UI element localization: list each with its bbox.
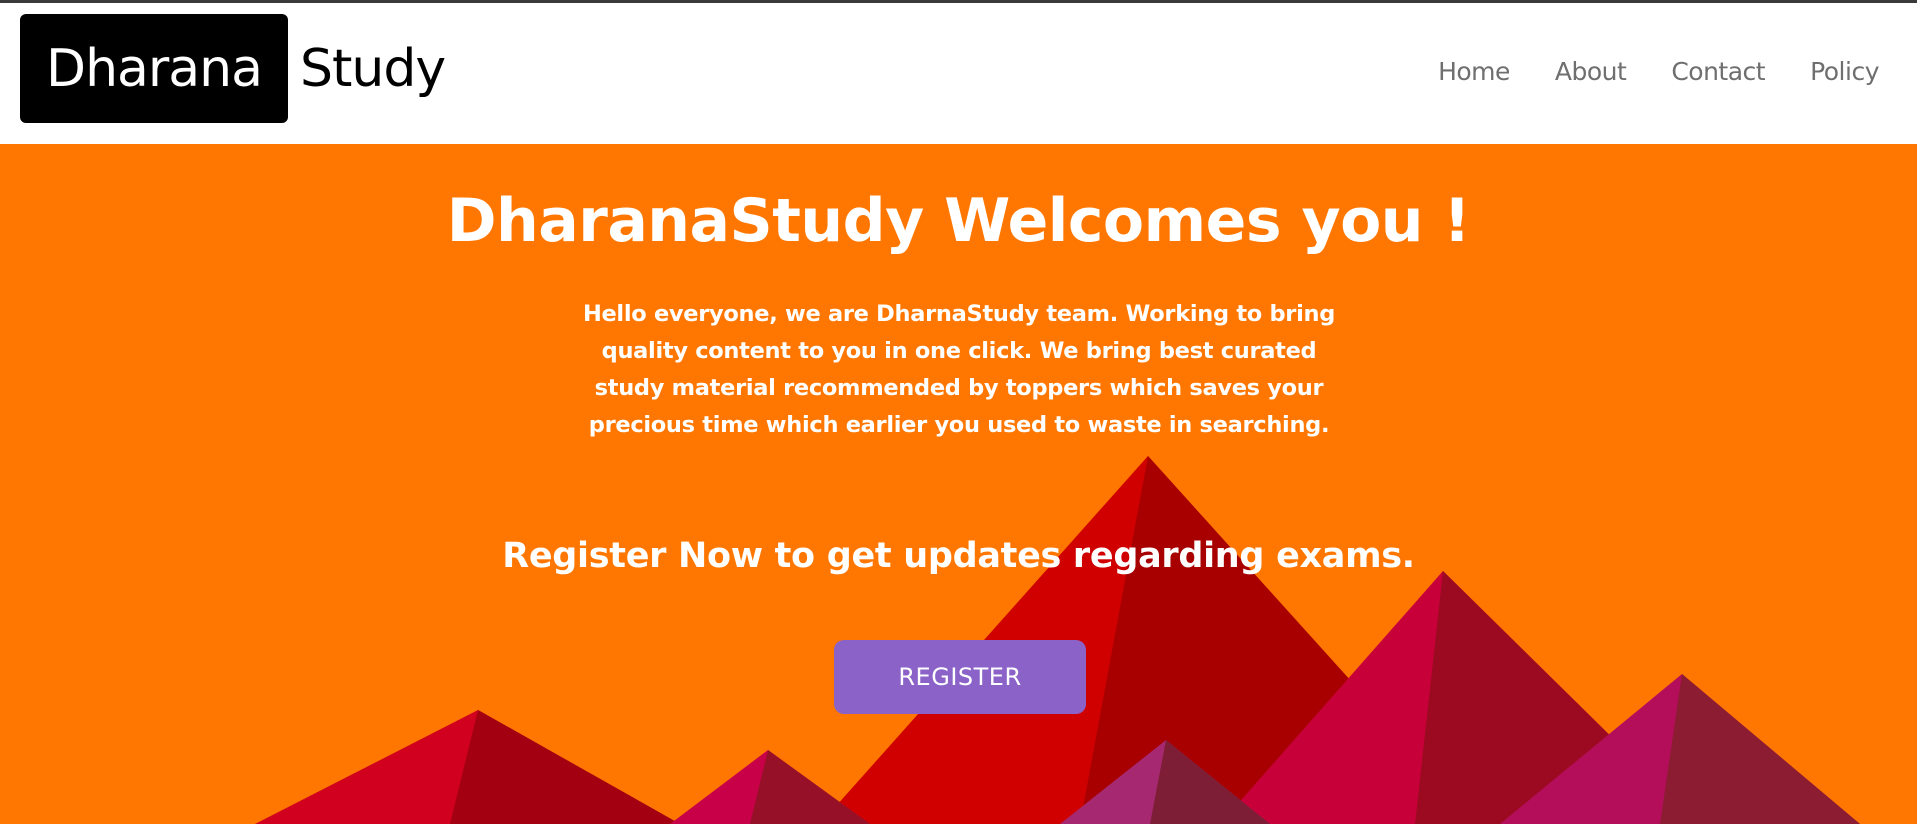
site-logo[interactable]: Dharana Study — [20, 14, 446, 123]
nav-link-about[interactable]: About — [1555, 57, 1627, 86]
mountain-far-right-right — [1660, 674, 1860, 824]
nav-link-policy[interactable]: Policy — [1810, 57, 1879, 86]
mountain-left-right — [450, 710, 680, 824]
logo-study: Study — [300, 38, 446, 99]
nav-link-contact[interactable]: Contact — [1671, 57, 1765, 86]
hero-section: DharanaStudy Welcomes you ! Hello everyo… — [0, 144, 1917, 824]
hero-subtitle: Register Now to get updates regarding ex… — [502, 536, 1415, 576]
nav-link-home[interactable]: Home — [1438, 57, 1510, 86]
logo-dharana: Dharana — [20, 14, 288, 123]
hero-description: Hello everyone, we are DharnaStudy team.… — [582, 301, 1336, 438]
register-button[interactable]: REGISTER — [834, 640, 1086, 714]
mountain-small-right — [750, 750, 870, 824]
hero-title: DharanaStudy Welcomes you ! — [446, 186, 1471, 256]
navbar: Dharana Study Home About Contact Policy — [0, 3, 1917, 144]
nav-menu: Home About Contact Policy — [1438, 57, 1879, 86]
